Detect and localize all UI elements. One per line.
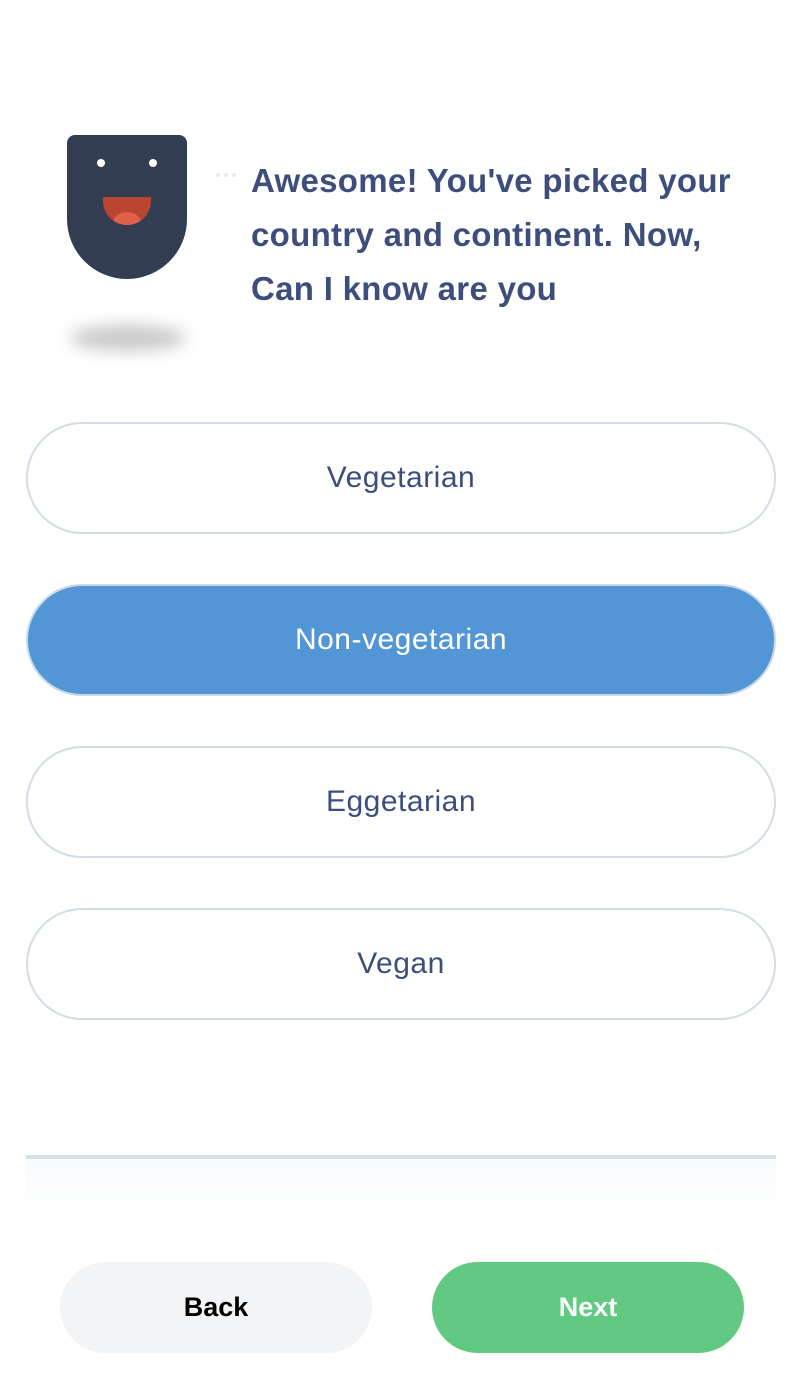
typing-indicator-icon	[216, 173, 236, 177]
footer-fade	[26, 1159, 776, 1214]
option-vegan[interactable]: Vegan	[26, 908, 776, 1020]
option-vegetarian[interactable]: Vegetarian	[26, 422, 776, 534]
right-eye	[149, 159, 157, 167]
next-button[interactable]: Next	[432, 1262, 744, 1353]
mouth	[103, 197, 151, 225]
typing-dot	[232, 173, 236, 177]
typing-dot	[224, 173, 228, 177]
option-non-vegetarian[interactable]: Non-vegetarian	[26, 584, 776, 696]
avatar-shadow	[70, 325, 186, 351]
option-eggetarian[interactable]: Eggetarian	[26, 746, 776, 858]
bot-avatar	[56, 125, 206, 375]
diet-options: Vegetarian Non-vegetarian Eggetarian Veg…	[26, 422, 776, 1070]
typing-dot	[216, 173, 220, 177]
left-eye	[97, 159, 105, 167]
bot-message: Awesome! You've picked your country and …	[251, 162, 731, 307]
tongue	[113, 212, 141, 225]
smiling-robot-icon	[67, 135, 187, 279]
back-button[interactable]: Back	[60, 1262, 372, 1353]
